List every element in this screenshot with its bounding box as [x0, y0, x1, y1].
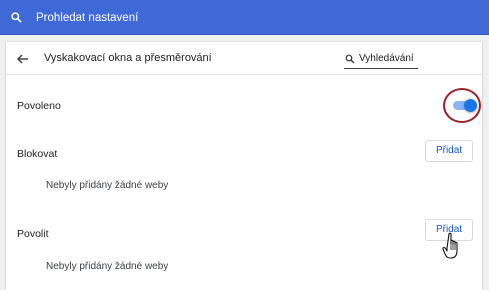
settings-search-placeholder: Prohledat nastavení	[36, 11, 139, 24]
site-search-text: Vyhledávání	[359, 53, 414, 64]
site-search-input[interactable]: Vyhledávání	[344, 51, 418, 69]
page-title: Vyskakovací okna a přesměrování	[44, 52, 212, 64]
settings-search[interactable]: Prohledat nastavení	[0, 0, 489, 35]
allow-empty-text: Nebyly přidány žádné weby	[46, 261, 169, 272]
allowed-label: Povoleno	[17, 100, 61, 112]
hand-cursor-icon	[442, 232, 464, 265]
arrow-left-icon[interactable]	[16, 52, 30, 66]
page-header: Vyskakovací okna a přesměrování Vyhledáv…	[6, 42, 482, 75]
settings-card: Vyskakovací okna a přesměrování Vyhledáv…	[6, 42, 482, 290]
block-empty-text: Nebyly přidány žádné weby	[46, 180, 169, 191]
search-icon	[345, 54, 355, 64]
block-label: Blokovat	[17, 148, 58, 160]
top-search-bar: Prohledat nastavení	[0, 0, 489, 35]
highlight-circle	[443, 88, 481, 123]
search-icon	[11, 12, 22, 23]
allow-label: Povolit	[17, 228, 49, 240]
block-add-button[interactable]: Přidat	[425, 140, 473, 162]
